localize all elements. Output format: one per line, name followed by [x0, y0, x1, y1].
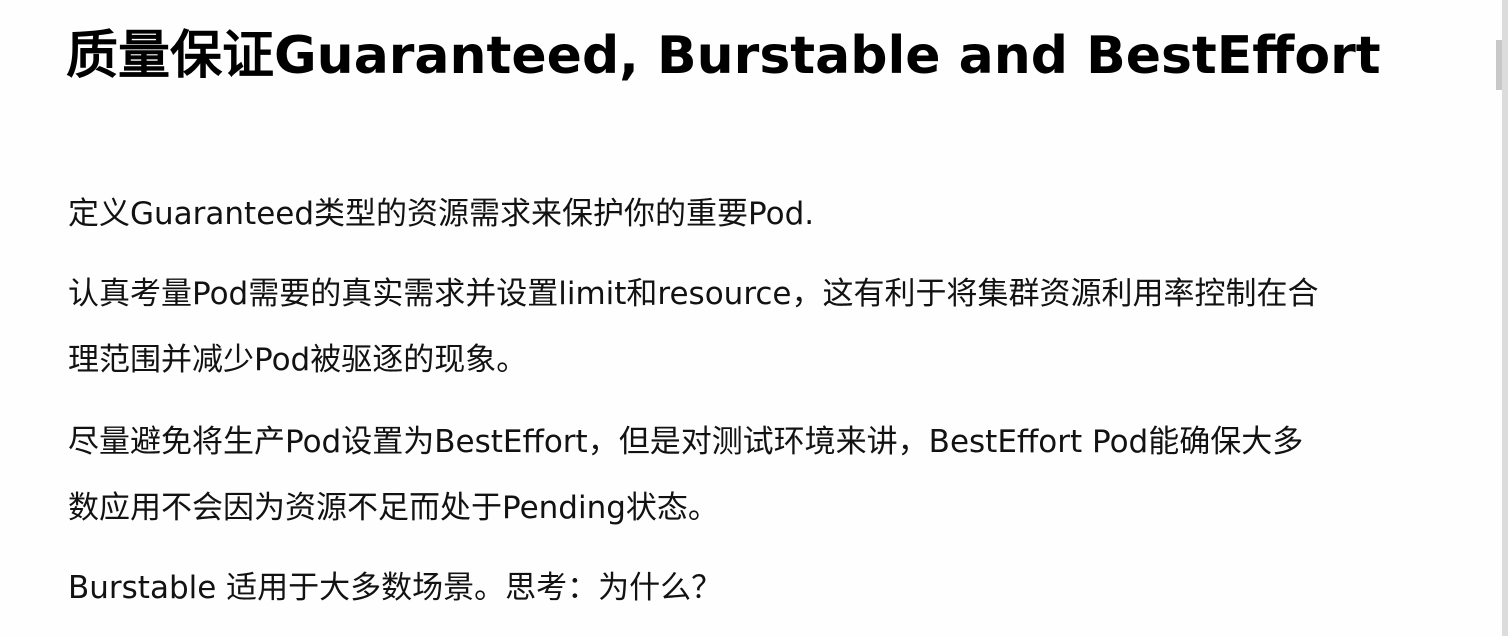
paragraph-limits-line-1: 认真考量Pod需要的真实需求并设置limit和resource，这有利于将集群资… [68, 276, 1319, 312]
paragraph-guaranteed: 定义Guaranteed类型的资源需求来保护你的重要Pod. [68, 196, 815, 232]
slide: 质量保证Guaranteed, Burstable and BestEffort… [0, 0, 1508, 636]
slide-title: 质量保证Guaranteed, Burstable and BestEffort [66, 26, 1381, 86]
paragraph-burstable: Burstable 适用于大多数场景。思考：为什么？ [68, 570, 723, 606]
right-edge-divider [1502, 0, 1508, 636]
paragraph-besteffort-line-2: 数应用不会因为资源不足而处于Pending状态。 [68, 490, 719, 526]
right-edge-marker [1496, 40, 1502, 90]
paragraph-limits-line-2: 理范围并减少Pod被驱逐的现象。 [68, 342, 528, 378]
paragraph-besteffort-line-1: 尽量避免将生产Pod设置为BestEffort，但是对测试环境来讲，BestEf… [68, 424, 1304, 460]
